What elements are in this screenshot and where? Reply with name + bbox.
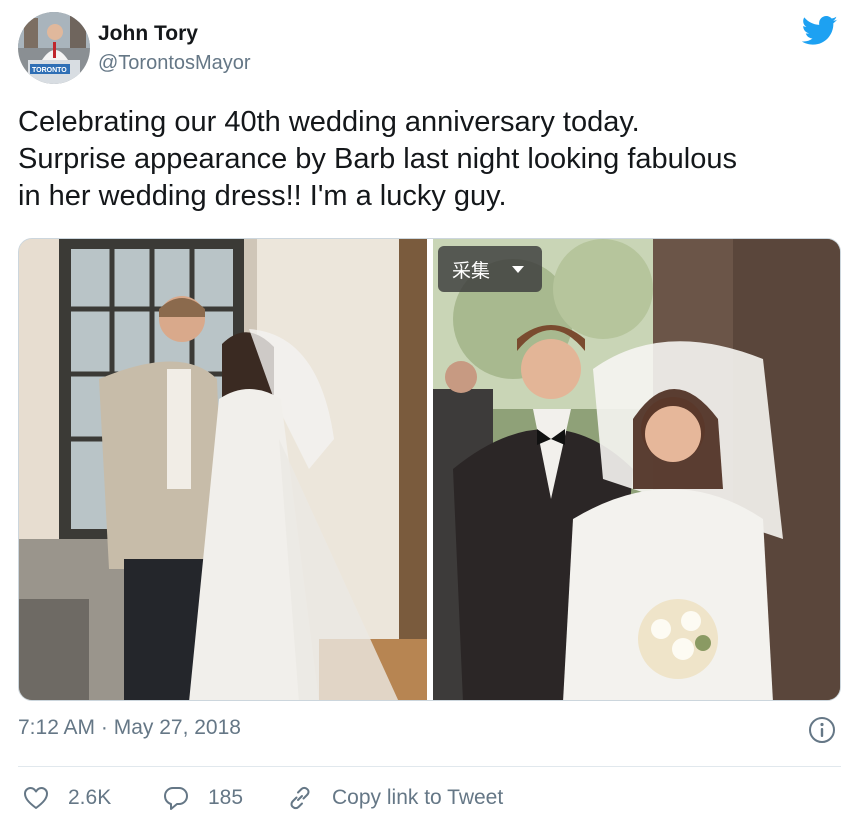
svg-text:TORONTO: TORONTO	[32, 67, 67, 74]
like-count: 2.6K	[68, 786, 112, 809]
author-name[interactable]: John Tory	[98, 22, 198, 46]
info-icon[interactable]	[808, 716, 836, 744]
author-handle[interactable]: @TorontosMayor	[98, 52, 251, 75]
tweet-timestamp[interactable]: 7:12 AM · May 27, 2018	[18, 716, 241, 740]
like-button[interactable]: 2.6K	[22, 780, 111, 816]
copy-link-label: Copy link to Tweet	[332, 786, 504, 809]
copy-link-button[interactable]: Copy link to Tweet	[286, 780, 503, 816]
tweet-media	[18, 238, 841, 701]
caret-down-icon	[512, 265, 525, 273]
tweet-text: Celebrating our 40th wedding anniversary…	[18, 104, 838, 215]
heart-icon	[24, 787, 48, 809]
divider	[18, 766, 841, 767]
tweet-text-line: in her wedding dress!! I'm a lucky guy.	[18, 180, 507, 212]
twitter-bird-icon[interactable]	[802, 16, 838, 46]
collect-button-label: 采集	[452, 260, 491, 282]
author-avatar[interactable]: TORONTO	[18, 12, 90, 84]
tweet-header: TORONTO John Tory @TorontosMayor	[18, 12, 838, 84]
photo-couple-wedding-day[interactable]	[433, 239, 840, 700]
tweet-text-line: Celebrating our 40th wedding anniversary…	[18, 106, 640, 138]
reply-button[interactable]: 185	[162, 780, 243, 816]
reply-count: 185	[208, 786, 244, 809]
collect-button[interactable]: 采集	[438, 246, 542, 292]
tweet-text-line: Surprise appearance by Barb last night l…	[18, 143, 738, 175]
reply-bubble-icon	[164, 787, 188, 810]
photo-couple-present[interactable]	[19, 239, 427, 700]
link-icon	[290, 786, 310, 810]
tweet-actions: 2.6K 185 Copy link to Tweet	[18, 780, 838, 816]
